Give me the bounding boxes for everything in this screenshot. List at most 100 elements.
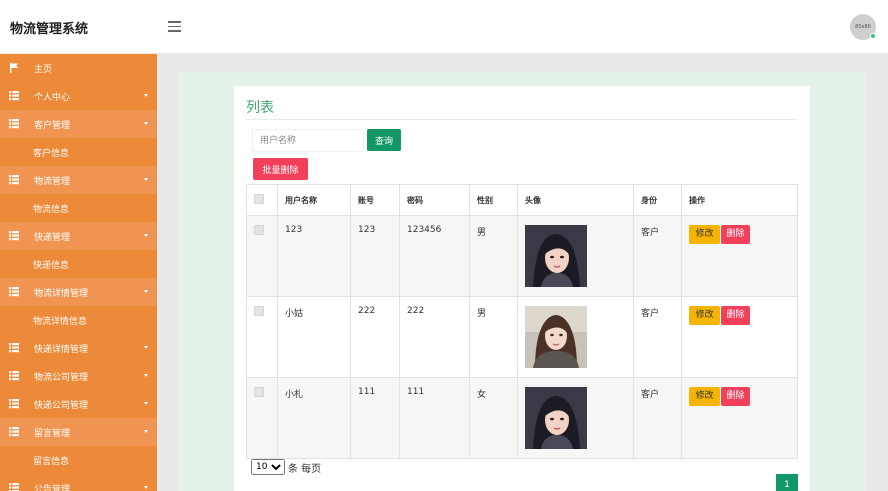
- chevron-down-icon: [144, 402, 148, 405]
- row-select-cell: [246, 377, 278, 459]
- row-checkbox[interactable]: [254, 387, 264, 397]
- app-title: 物流管理系统: [10, 22, 89, 37]
- sidebar-item[interactable]: 物流公司管理: [0, 362, 157, 390]
- sidebar-item-label: 物流详情管理: [34, 288, 89, 299]
- sidebar-item[interactable]: 主页: [0, 54, 157, 82]
- batch-delete-button[interactable]: 批量删除: [253, 158, 308, 180]
- user-table: 用户名称 账号 密码 性别 头像 身份 操作 123 123 123456 男客户 修改…: [246, 184, 798, 459]
- sidebar-item-label: 物流公司管理: [34, 372, 89, 383]
- cell-account: 222: [350, 296, 400, 378]
- sidebar-item[interactable]: 公告管理: [0, 474, 157, 491]
- avatar[interactable]: 80x80: [850, 14, 876, 40]
- user-photo: [525, 387, 587, 449]
- table-row: 123 123 123456 男客户 修改 删除: [246, 215, 798, 297]
- th-account: 账号: [350, 184, 400, 216]
- th-password: 密码: [399, 184, 470, 216]
- edit-button[interactable]: 修改: [689, 306, 720, 325]
- cell-account: 111: [350, 377, 400, 459]
- table-row: 小札 111 111 女客户 修改 删除: [246, 377, 798, 459]
- cell-gender: 男: [469, 215, 518, 297]
- hamburger-icon[interactable]: [168, 21, 181, 32]
- sidebar-item-label: 主页: [34, 64, 53, 75]
- chevron-down-icon: [144, 178, 148, 181]
- row-select-cell: [246, 296, 278, 378]
- cell-password: 123456: [399, 215, 470, 297]
- sidebar-item[interactable]: 快递管理: [0, 222, 157, 250]
- edit-button[interactable]: 修改: [689, 387, 720, 406]
- grid-icon: [9, 91, 19, 101]
- sidebar-item[interactable]: 快递信息: [0, 250, 157, 278]
- per-page-label: 条 每页: [288, 464, 322, 475]
- flag-icon: [9, 63, 19, 73]
- cell-password: 222: [399, 296, 470, 378]
- cell-password: 111: [399, 377, 470, 459]
- cell-photo: [517, 377, 634, 459]
- table-header-row: 用户名称 账号 密码 性别 头像 身份 操作: [246, 184, 798, 216]
- sidebar-item-label: 物流详情信息: [33, 316, 88, 327]
- row-checkbox[interactable]: [254, 225, 264, 235]
- chevron-down-icon: [144, 374, 148, 377]
- grid-icon: [9, 119, 19, 129]
- th-role: 身份: [633, 184, 682, 216]
- sidebar-item[interactable]: 客户管理: [0, 110, 157, 138]
- table-row: 小姑 222 222 男客户 修改 删除: [246, 296, 798, 378]
- page-button-current[interactable]: 1: [776, 474, 798, 491]
- title-divider: [246, 119, 798, 120]
- cell-gender: 女: [469, 377, 518, 459]
- th-photo: 头像: [517, 184, 634, 216]
- search-input[interactable]: [252, 129, 364, 152]
- cell-role: 客户: [633, 215, 682, 297]
- cell-account: 123: [350, 215, 400, 297]
- delete-button[interactable]: 删除: [721, 225, 750, 244]
- delete-button[interactable]: 删除: [721, 387, 750, 406]
- sidebar-item[interactable]: 留言管理: [0, 418, 157, 446]
- select-all-checkbox[interactable]: [254, 194, 264, 204]
- cell-actions: 修改 删除: [681, 377, 798, 459]
- sidebar-item-label: 客户管理: [34, 120, 71, 131]
- page-title: 列表: [246, 100, 274, 116]
- sidebar-item-label: 物流信息: [33, 204, 70, 215]
- grid-icon: [9, 287, 19, 297]
- select-all-cell: [246, 184, 278, 216]
- cell-username: 小姑: [277, 296, 351, 378]
- sidebar-item[interactable]: 客户信息: [0, 138, 157, 166]
- user-photo: [525, 306, 587, 368]
- sidebar-item-label: 留言信息: [33, 456, 70, 467]
- edit-button[interactable]: 修改: [689, 225, 720, 244]
- grid-icon: [9, 427, 19, 437]
- grid-icon: [9, 399, 19, 409]
- sidebar-item-label: 快递公司管理: [34, 400, 89, 411]
- delete-button[interactable]: 删除: [721, 306, 750, 325]
- grid-icon: [9, 371, 19, 381]
- page-size-select[interactable]: 10: [251, 459, 285, 475]
- user-photo: [525, 225, 587, 287]
- cell-role: 客户: [633, 377, 682, 459]
- sidebar-item[interactable]: 物流信息: [0, 194, 157, 222]
- cell-actions: 修改 删除: [681, 296, 798, 378]
- top-bar: 物流管理系统 80x80: [0, 0, 888, 54]
- sidebar-item[interactable]: 物流详情信息: [0, 306, 157, 334]
- sidebar-item[interactable]: 物流详情管理: [0, 278, 157, 306]
- chevron-down-icon: [144, 94, 148, 97]
- grid-icon: [9, 343, 19, 353]
- grid-icon: [9, 175, 19, 185]
- cell-gender: 男: [469, 296, 518, 378]
- sidebar-item[interactable]: 个人中心: [0, 82, 157, 110]
- chevron-down-icon: [144, 430, 148, 433]
- sidebar-item-label: 个人中心: [34, 92, 71, 103]
- chevron-down-icon: [144, 234, 148, 237]
- chevron-down-icon: [144, 346, 148, 349]
- sidebar-item[interactable]: 物流管理: [0, 166, 157, 194]
- sidebar-item-label: 快递信息: [33, 260, 70, 271]
- chevron-down-icon: [144, 486, 148, 489]
- th-username: 用户名称: [277, 184, 351, 216]
- query-button[interactable]: 查询: [367, 129, 401, 151]
- row-checkbox[interactable]: [254, 306, 264, 316]
- sidebar-item[interactable]: 快递公司管理: [0, 390, 157, 418]
- sidebar-item[interactable]: 留言信息: [0, 446, 157, 474]
- cell-actions: 修改 删除: [681, 215, 798, 297]
- sidebar-item-label: 快递管理: [34, 232, 71, 243]
- sidebar-item[interactable]: 快递详情管理: [0, 334, 157, 362]
- sidebar: 主页个人中心客户管理客户信息 物流管理物流信息快递管理快递信息物流详情管理 物流详情…: [0, 54, 157, 491]
- cell-photo: [517, 215, 634, 297]
